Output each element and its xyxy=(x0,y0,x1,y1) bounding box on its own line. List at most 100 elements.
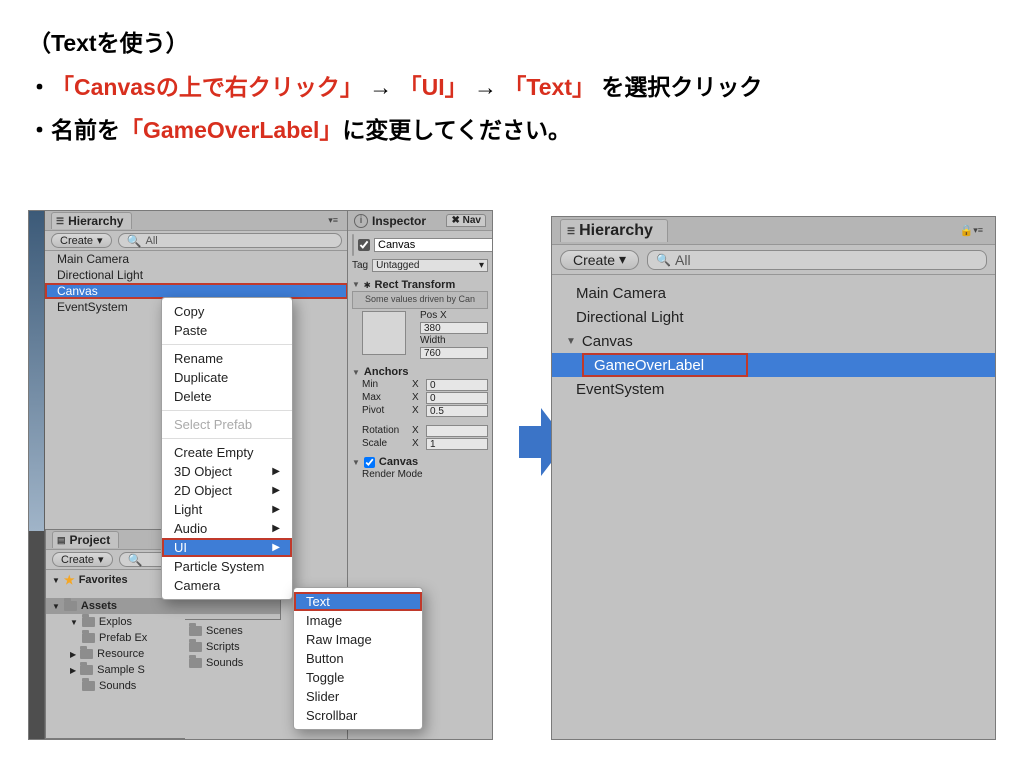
menu-2d-object[interactable]: 2D Object▶ xyxy=(162,481,292,500)
panel-options-icon[interactable]: ▾≡ xyxy=(328,215,342,226)
folder-icon xyxy=(82,633,95,643)
create-dropdown[interactable]: Create ▾ xyxy=(51,233,112,248)
chevron-down-icon: ▾ xyxy=(98,553,104,566)
chevron-right-icon: ▶ xyxy=(70,666,76,675)
instr-ui: 「UI」 xyxy=(399,74,468,100)
canvas-enabled-checkbox[interactable] xyxy=(364,457,375,468)
hierarchy-tab[interactable]: ☰ Hierarchy xyxy=(51,212,132,229)
gameobject-active-checkbox[interactable] xyxy=(358,239,370,251)
rect-transform-header[interactable]: ✱ Rect Transform xyxy=(352,278,488,291)
menu-separator xyxy=(162,438,292,439)
hierarchy-item-eventsystem[interactable]: EventSystem xyxy=(552,377,995,401)
menu-duplicate[interactable]: Duplicate xyxy=(162,368,292,387)
anchor-preset-button[interactable] xyxy=(362,311,406,355)
project-folder[interactable]: Scripts xyxy=(185,639,281,655)
inspector-tag-row: Tag Untagged▾ xyxy=(352,259,488,272)
inspector-name-row xyxy=(352,234,488,256)
pos-x-label: Pos X xyxy=(420,310,466,321)
instr-canvas-right-click: 「Canvasの上で右クリック」 xyxy=(51,74,363,100)
width-field[interactable]: 760 xyxy=(420,347,488,359)
submenu-arrow-icon: ▶ xyxy=(272,504,280,515)
menu-create-empty[interactable]: Create Empty xyxy=(162,443,292,462)
chevron-down-icon: ▼ xyxy=(52,602,60,611)
context-menu: Copy Paste Rename Duplicate Delete Selec… xyxy=(161,297,293,600)
chevron-right-icon: ▶ xyxy=(70,650,76,659)
nav-tab[interactable]: ✖ Nav xyxy=(446,214,486,227)
rect-transform-hint: Some values driven by Can xyxy=(352,291,488,309)
tag-label: Tag xyxy=(352,260,368,271)
submenu-arrow-icon: ▶ xyxy=(272,466,280,477)
hierarchy-search-input[interactable]: 🔍 All xyxy=(647,250,987,270)
scene-view-edge xyxy=(29,211,45,531)
scale-label: Scale xyxy=(362,438,408,450)
favorites-label: Favorites xyxy=(79,574,128,586)
project-tab[interactable]: ▤ Project xyxy=(52,531,119,548)
anchor-min-x-field[interactable]: 0 xyxy=(426,379,488,391)
submenu-raw-image[interactable]: Raw Image xyxy=(294,630,422,649)
search-icon: 🔍 xyxy=(656,253,671,267)
submenu-toggle[interactable]: Toggle xyxy=(294,668,422,687)
rotation-label: Rotation xyxy=(362,425,408,437)
submenu-button[interactable]: Button xyxy=(294,649,422,668)
submenu-scrollbar[interactable]: Scrollbar xyxy=(294,706,422,725)
hierarchy-item-canvas[interactable]: ▼ Canvas xyxy=(552,329,995,353)
create-label: Create xyxy=(573,252,615,268)
submenu-text[interactable]: Text xyxy=(294,592,422,611)
create-dropdown[interactable]: Create ▾ xyxy=(560,250,639,270)
anchor-max-x-field[interactable]: 0 xyxy=(426,392,488,404)
folder-icon xyxy=(189,658,202,668)
inspector-tab-label[interactable]: Inspector xyxy=(372,214,426,228)
pos-x-field[interactable]: 380 xyxy=(420,322,488,334)
menu-paste[interactable]: Paste xyxy=(162,321,292,340)
instr-gameoverlabel: 「GameOverLabel」 xyxy=(120,109,342,153)
scale-x-field[interactable]: 1 xyxy=(426,438,488,450)
hierarchy-item-main-camera[interactable]: Main Camera xyxy=(552,281,995,305)
project-folder[interactable]: Scenes xyxy=(185,623,281,639)
rotation-x-field[interactable] xyxy=(426,425,488,437)
anchor-max-label: Max xyxy=(362,392,408,404)
hierarchy-tabbar: ☰ Hierarchy 🔒 ▾≡ xyxy=(552,217,995,245)
instr-tail: を選択クリック xyxy=(601,74,762,100)
folder-icon xyxy=(80,665,93,675)
project-assets[interactable]: ▼ Assets xyxy=(46,598,280,614)
gameobject-name-field[interactable] xyxy=(374,238,493,252)
panel-options-icon[interactable]: ▾≡ xyxy=(973,225,987,236)
hierarchy-tabbar: ☰ Hierarchy ▾≡ xyxy=(45,211,348,231)
menu-camera[interactable]: Camera xyxy=(162,576,292,595)
menu-separator xyxy=(162,344,292,345)
highlight-ring xyxy=(582,353,748,377)
lock-icon[interactable]: 🔒 xyxy=(960,224,974,237)
hierarchy-search-input[interactable]: 🔍 All xyxy=(118,233,342,248)
folder-icon xyxy=(82,681,95,691)
menu-rename[interactable]: Rename xyxy=(162,349,292,368)
menu-delete[interactable]: Delete xyxy=(162,387,292,406)
tag-dropdown[interactable]: Untagged▾ xyxy=(372,259,488,272)
hierarchy-tab[interactable]: ☰ Hierarchy xyxy=(560,219,668,242)
hierarchy-item-directional-light[interactable]: Directional Light xyxy=(552,305,995,329)
hierarchy-panel-result: ☰ Hierarchy 🔒 ▾≡ Create ▾ 🔍 All Main Cam… xyxy=(551,216,996,740)
project-folder[interactable]: Sounds xyxy=(185,655,281,671)
folder-icon xyxy=(189,626,202,636)
pivot-x-field[interactable]: 0.5 xyxy=(426,405,488,417)
canvas-section-header[interactable]: Canvas xyxy=(352,456,488,468)
menu-particle-system[interactable]: Particle System xyxy=(162,557,292,576)
folder-icon xyxy=(189,642,202,652)
menu-ui[interactable]: UI▶ xyxy=(162,538,292,557)
create-label: Create xyxy=(60,235,93,247)
search-icon: 🔍 xyxy=(127,234,142,248)
hierarchy-item-main-camera[interactable]: Main Camera xyxy=(45,251,348,267)
submenu-arrow-icon: ▶ xyxy=(272,485,280,496)
submenu-slider[interactable]: Slider xyxy=(294,687,422,706)
project-tab-label: Project xyxy=(70,533,111,547)
folder-icon xyxy=(80,649,93,659)
menu-light[interactable]: Light▶ xyxy=(162,500,292,519)
anchors-header[interactable]: Anchors xyxy=(352,366,488,378)
folder-icon xyxy=(64,601,77,611)
submenu-image[interactable]: Image xyxy=(294,611,422,630)
menu-audio[interactable]: Audio▶ xyxy=(162,519,292,538)
hierarchy-item-directional-light[interactable]: Directional Light xyxy=(45,267,348,283)
menu-3d-object[interactable]: 3D Object▶ xyxy=(162,462,292,481)
menu-copy[interactable]: Copy xyxy=(162,302,292,321)
scene-view-edge xyxy=(29,531,45,740)
project-create-dropdown[interactable]: Create ▾ xyxy=(52,552,113,567)
